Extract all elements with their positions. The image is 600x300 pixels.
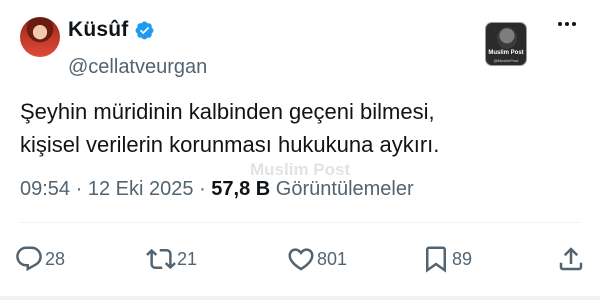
bookmark-count: 89 — [452, 248, 473, 269]
action-bar: 28 21 801 89 — [0, 244, 600, 280]
badge-title: Muslim Post — [488, 50, 524, 56]
tweet-time[interactable]: 09:54 — [20, 178, 70, 200]
author-handle[interactable]: @cellatveurgan — [68, 56, 207, 79]
reply-count: 28 — [45, 248, 66, 269]
repost-button[interactable]: 21 — [146, 244, 197, 274]
share-icon — [559, 247, 583, 271]
reply-icon — [16, 246, 42, 272]
tweet-text-line: kişisel verilerin korunması hukukuna ayk… — [20, 132, 440, 157]
repost-count: 21 — [177, 248, 198, 269]
badge-subtitle: @MuslimPost — [493, 58, 519, 63]
bottom-border — [0, 296, 600, 300]
views-count: 57,8 B — [211, 178, 271, 200]
meta-separator: · — [75, 178, 83, 200]
more-options-icon[interactable] — [552, 12, 582, 36]
like-icon — [288, 248, 314, 271]
repost-icon — [146, 248, 176, 270]
avatar[interactable] — [20, 17, 60, 57]
badge-portrait — [497, 27, 517, 49]
tweet-date[interactable]: 12 Eki 2025 — [88, 178, 194, 200]
share-button[interactable] — [556, 244, 586, 274]
meta-separator: · — [199, 178, 206, 200]
like-button[interactable]: 801 — [286, 244, 347, 274]
display-name[interactable]: Küsûf — [68, 18, 129, 42]
bookmark-button[interactable]: 89 — [421, 244, 472, 274]
tweet-text: Şeyhin müridinin kalbinden geçeni bilmes… — [20, 95, 580, 161]
tweet-text-line: Şeyhin müridinin kalbinden geçeni bilmes… — [20, 99, 435, 124]
watermark: Muslim Post — [250, 160, 351, 179]
bookmark-icon — [426, 246, 446, 273]
reply-button[interactable]: 28 — [14, 244, 65, 274]
views-label: Görüntülemeler — [275, 178, 414, 200]
muslim-post-badge: Muslim Post @MuslimPost — [485, 22, 527, 66]
like-count: 801 — [317, 248, 348, 269]
tweet-meta: 09:54 · 12 Eki 2025 · 57,8 B Görüntüleme… — [20, 178, 414, 201]
author-name-row: Küsûf — [68, 18, 155, 42]
divider — [20, 222, 580, 223]
verified-badge-icon — [135, 21, 153, 39]
